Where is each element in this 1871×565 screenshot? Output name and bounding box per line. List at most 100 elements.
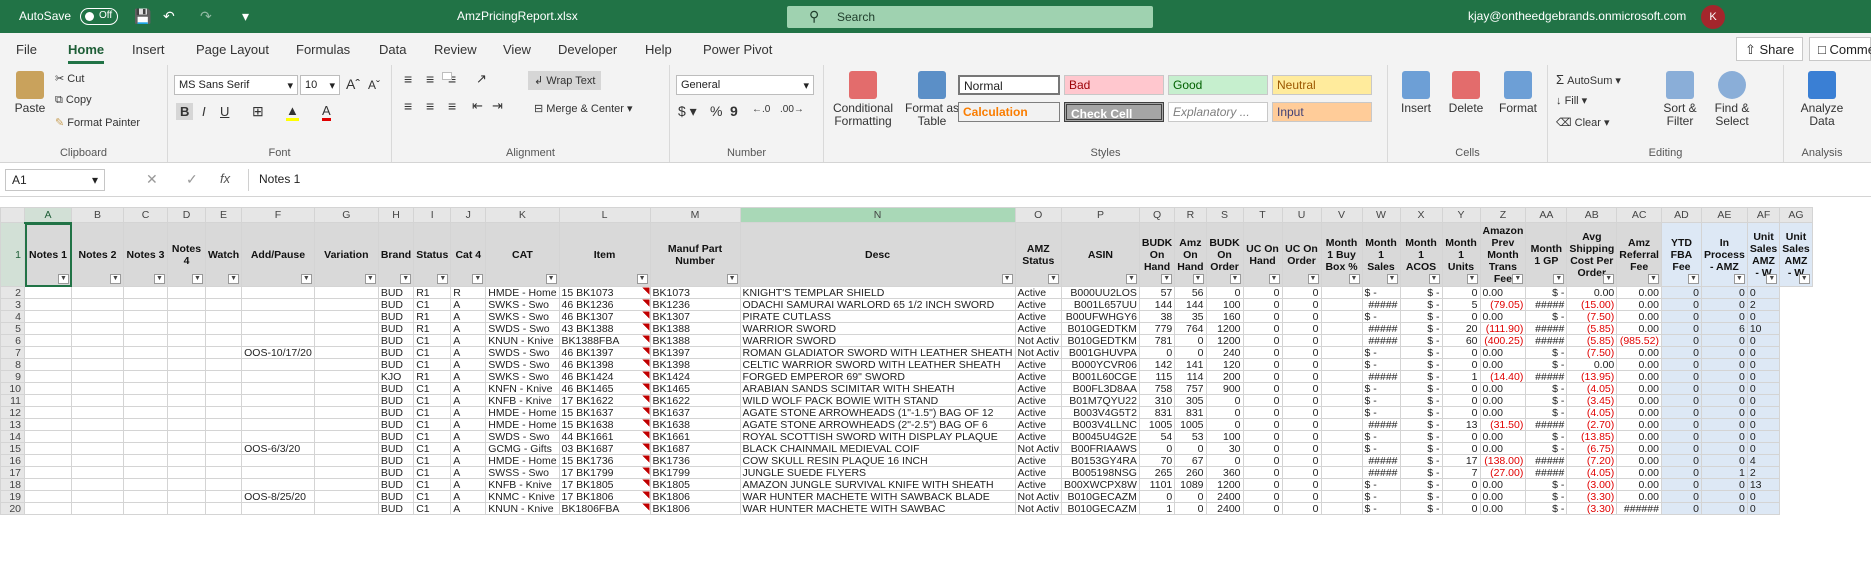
cell[interactable]: 0: [1242, 418, 1283, 431]
cell[interactable]: [1320, 478, 1363, 491]
cell[interactable]: (4.05): [1566, 382, 1618, 395]
cell[interactable]: ROYAL SCOTTISH SWORD WITH DISPLAY PLAQUE: [739, 430, 1016, 443]
cell[interactable]: A: [450, 310, 487, 323]
cell[interactable]: [123, 478, 168, 491]
cell[interactable]: C1: [413, 430, 452, 443]
format-as-table-button[interactable]: Format as Table: [902, 71, 962, 128]
cell[interactable]: 0.00: [1479, 490, 1527, 503]
cell[interactable]: Active: [1014, 298, 1062, 311]
cell[interactable]: 1200: [1205, 478, 1244, 491]
cell[interactable]: BK1687: [649, 442, 741, 455]
cell[interactable]: 46 BK1424: [558, 370, 651, 383]
cell[interactable]: (5.85): [1566, 334, 1618, 347]
style-normal[interactable]: Normal: [958, 75, 1060, 95]
row-header[interactable]: 6: [0, 334, 25, 347]
row-header[interactable]: 18: [0, 478, 25, 491]
row-header[interactable]: 15: [0, 442, 25, 455]
cell[interactable]: C1: [413, 466, 452, 479]
cell[interactable]: [123, 346, 168, 359]
cell[interactable]: [241, 394, 315, 407]
cell[interactable]: 100: [1205, 298, 1244, 311]
cell[interactable]: (2.70): [1566, 418, 1618, 431]
row-header[interactable]: 2: [0, 286, 25, 299]
cell[interactable]: $ -: [1361, 406, 1401, 419]
cell[interactable]: Not Activ: [1014, 346, 1062, 359]
filter-dropdown-icon[interactable]: ▼: [110, 274, 121, 284]
cell[interactable]: #####: [1361, 322, 1401, 335]
cell[interactable]: 0: [1174, 502, 1207, 515]
cell[interactable]: 757: [1174, 382, 1207, 395]
cell[interactable]: [241, 334, 315, 347]
filter-dropdown-icon[interactable]: ▼: [1348, 274, 1360, 284]
cell[interactable]: 0: [1242, 502, 1283, 515]
cell[interactable]: [1320, 430, 1363, 443]
cell[interactable]: A: [450, 454, 487, 467]
insert-cells-button[interactable]: Insert: [1396, 71, 1436, 115]
cell[interactable]: 0: [1242, 394, 1283, 407]
cell[interactable]: 0: [1746, 418, 1781, 431]
delete-cells-button[interactable]: Delete: [1446, 71, 1486, 115]
cell[interactable]: [24, 370, 72, 383]
save-icon[interactable]: 💾: [134, 8, 151, 25]
cell[interactable]: [123, 466, 168, 479]
cell[interactable]: 0: [1242, 286, 1283, 299]
cell[interactable]: [24, 490, 72, 503]
tab-developer[interactable]: Developer: [558, 42, 617, 57]
cell[interactable]: 15 BK1073: [558, 286, 651, 299]
cell[interactable]: 0: [1281, 502, 1322, 515]
cell[interactable]: [313, 298, 379, 311]
row-header[interactable]: 13: [0, 418, 25, 431]
column-header[interactable]: A: [24, 207, 72, 224]
cell[interactable]: (3.30): [1566, 490, 1618, 503]
cell[interactable]: $ -: [1399, 466, 1443, 479]
cell[interactable]: $ -: [1399, 382, 1443, 395]
cell[interactable]: $ -: [1399, 334, 1443, 347]
cell[interactable]: [71, 502, 124, 515]
cell[interactable]: [71, 346, 124, 359]
cell[interactable]: [71, 358, 124, 371]
cell[interactable]: 0.00: [1479, 358, 1527, 371]
cell[interactable]: #####: [1525, 370, 1568, 383]
cell[interactable]: BUD: [377, 310, 415, 323]
cell[interactable]: WARRIOR SWORD: [739, 334, 1016, 347]
cell[interactable]: BK1622: [649, 394, 741, 407]
cell[interactable]: 1089: [1174, 478, 1207, 491]
cell[interactable]: C1: [413, 478, 452, 491]
cell[interactable]: 142: [1138, 358, 1176, 371]
cell[interactable]: 0.00: [1616, 286, 1662, 299]
cell[interactable]: [313, 334, 379, 347]
cell[interactable]: $ -: [1525, 490, 1568, 503]
cell[interactable]: BUD: [377, 442, 415, 455]
cell[interactable]: $ -: [1399, 286, 1443, 299]
cell[interactable]: BK1465: [649, 382, 741, 395]
align-center-icon[interactable]: ≡: [426, 98, 434, 114]
cell[interactable]: Active: [1014, 394, 1062, 407]
cell[interactable]: (3.45): [1566, 394, 1618, 407]
cell[interactable]: 0: [1242, 430, 1283, 443]
cell[interactable]: BUD: [377, 358, 415, 371]
cell[interactable]: (7.50): [1566, 346, 1618, 359]
cell[interactable]: 13: [1746, 478, 1781, 491]
cell[interactable]: 0: [1205, 406, 1244, 419]
header-cell[interactable]: Notes 1 ▼: [24, 222, 72, 287]
header-cell[interactable]: YTD FBA Fee ▼: [1660, 222, 1702, 287]
cell[interactable]: $ -: [1399, 430, 1443, 443]
tab-formulas[interactable]: Formulas: [296, 42, 350, 57]
cell[interactable]: $ -: [1399, 418, 1443, 431]
cell[interactable]: [204, 286, 243, 299]
cell[interactable]: [313, 478, 379, 491]
column-header[interactable]: AD: [1660, 207, 1702, 223]
cell[interactable]: BUD: [377, 298, 415, 311]
cell[interactable]: 13: [1441, 418, 1481, 431]
fill-button[interactable]: ↓ Fill ▾: [1556, 94, 1587, 107]
cell[interactable]: 46 BK1398: [558, 358, 651, 371]
cell[interactable]: SWSS - Swo: [485, 466, 560, 479]
column-header[interactable]: T: [1242, 207, 1283, 223]
cell[interactable]: 15 BK1637: [558, 406, 651, 419]
name-box[interactable]: A1 ▾: [5, 169, 105, 191]
cell[interactable]: 0.00: [1479, 406, 1527, 419]
filter-dropdown-icon[interactable]: ▼: [1687, 274, 1699, 284]
cell[interactable]: [24, 394, 72, 407]
cell[interactable]: [313, 442, 379, 455]
cell[interactable]: [123, 502, 168, 515]
